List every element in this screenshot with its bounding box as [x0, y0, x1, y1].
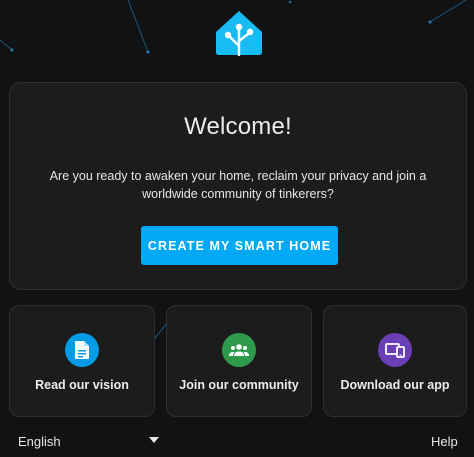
home-assistant-logo-icon — [215, 10, 263, 57]
people-group-icon — [222, 333, 256, 367]
document-icon — [65, 333, 99, 367]
welcome-description: Are you ready to awaken your home, recla… — [49, 169, 427, 201]
download-app-label: Download our app — [340, 378, 450, 392]
welcome-title: Welcome! — [184, 113, 292, 140]
join-community-label: Join our community — [179, 378, 299, 392]
join-community-card[interactable]: Join our community — [166, 305, 312, 417]
language-selector-label: English — [18, 434, 61, 449]
read-vision-card[interactable]: Read our vision — [9, 305, 155, 417]
help-link[interactable]: Help — [431, 434, 458, 449]
download-app-card[interactable]: Download our app — [323, 305, 467, 417]
create-smart-home-button[interactable]: CREATE MY SMART HOME — [141, 226, 338, 265]
chevron-down-icon — [149, 437, 159, 443]
language-selector[interactable]: English — [18, 433, 163, 451]
devices-icon — [378, 333, 412, 367]
welcome-card: Welcome! Are you ready to awaken your ho… — [9, 82, 467, 290]
read-vision-label: Read our vision — [35, 378, 129, 392]
